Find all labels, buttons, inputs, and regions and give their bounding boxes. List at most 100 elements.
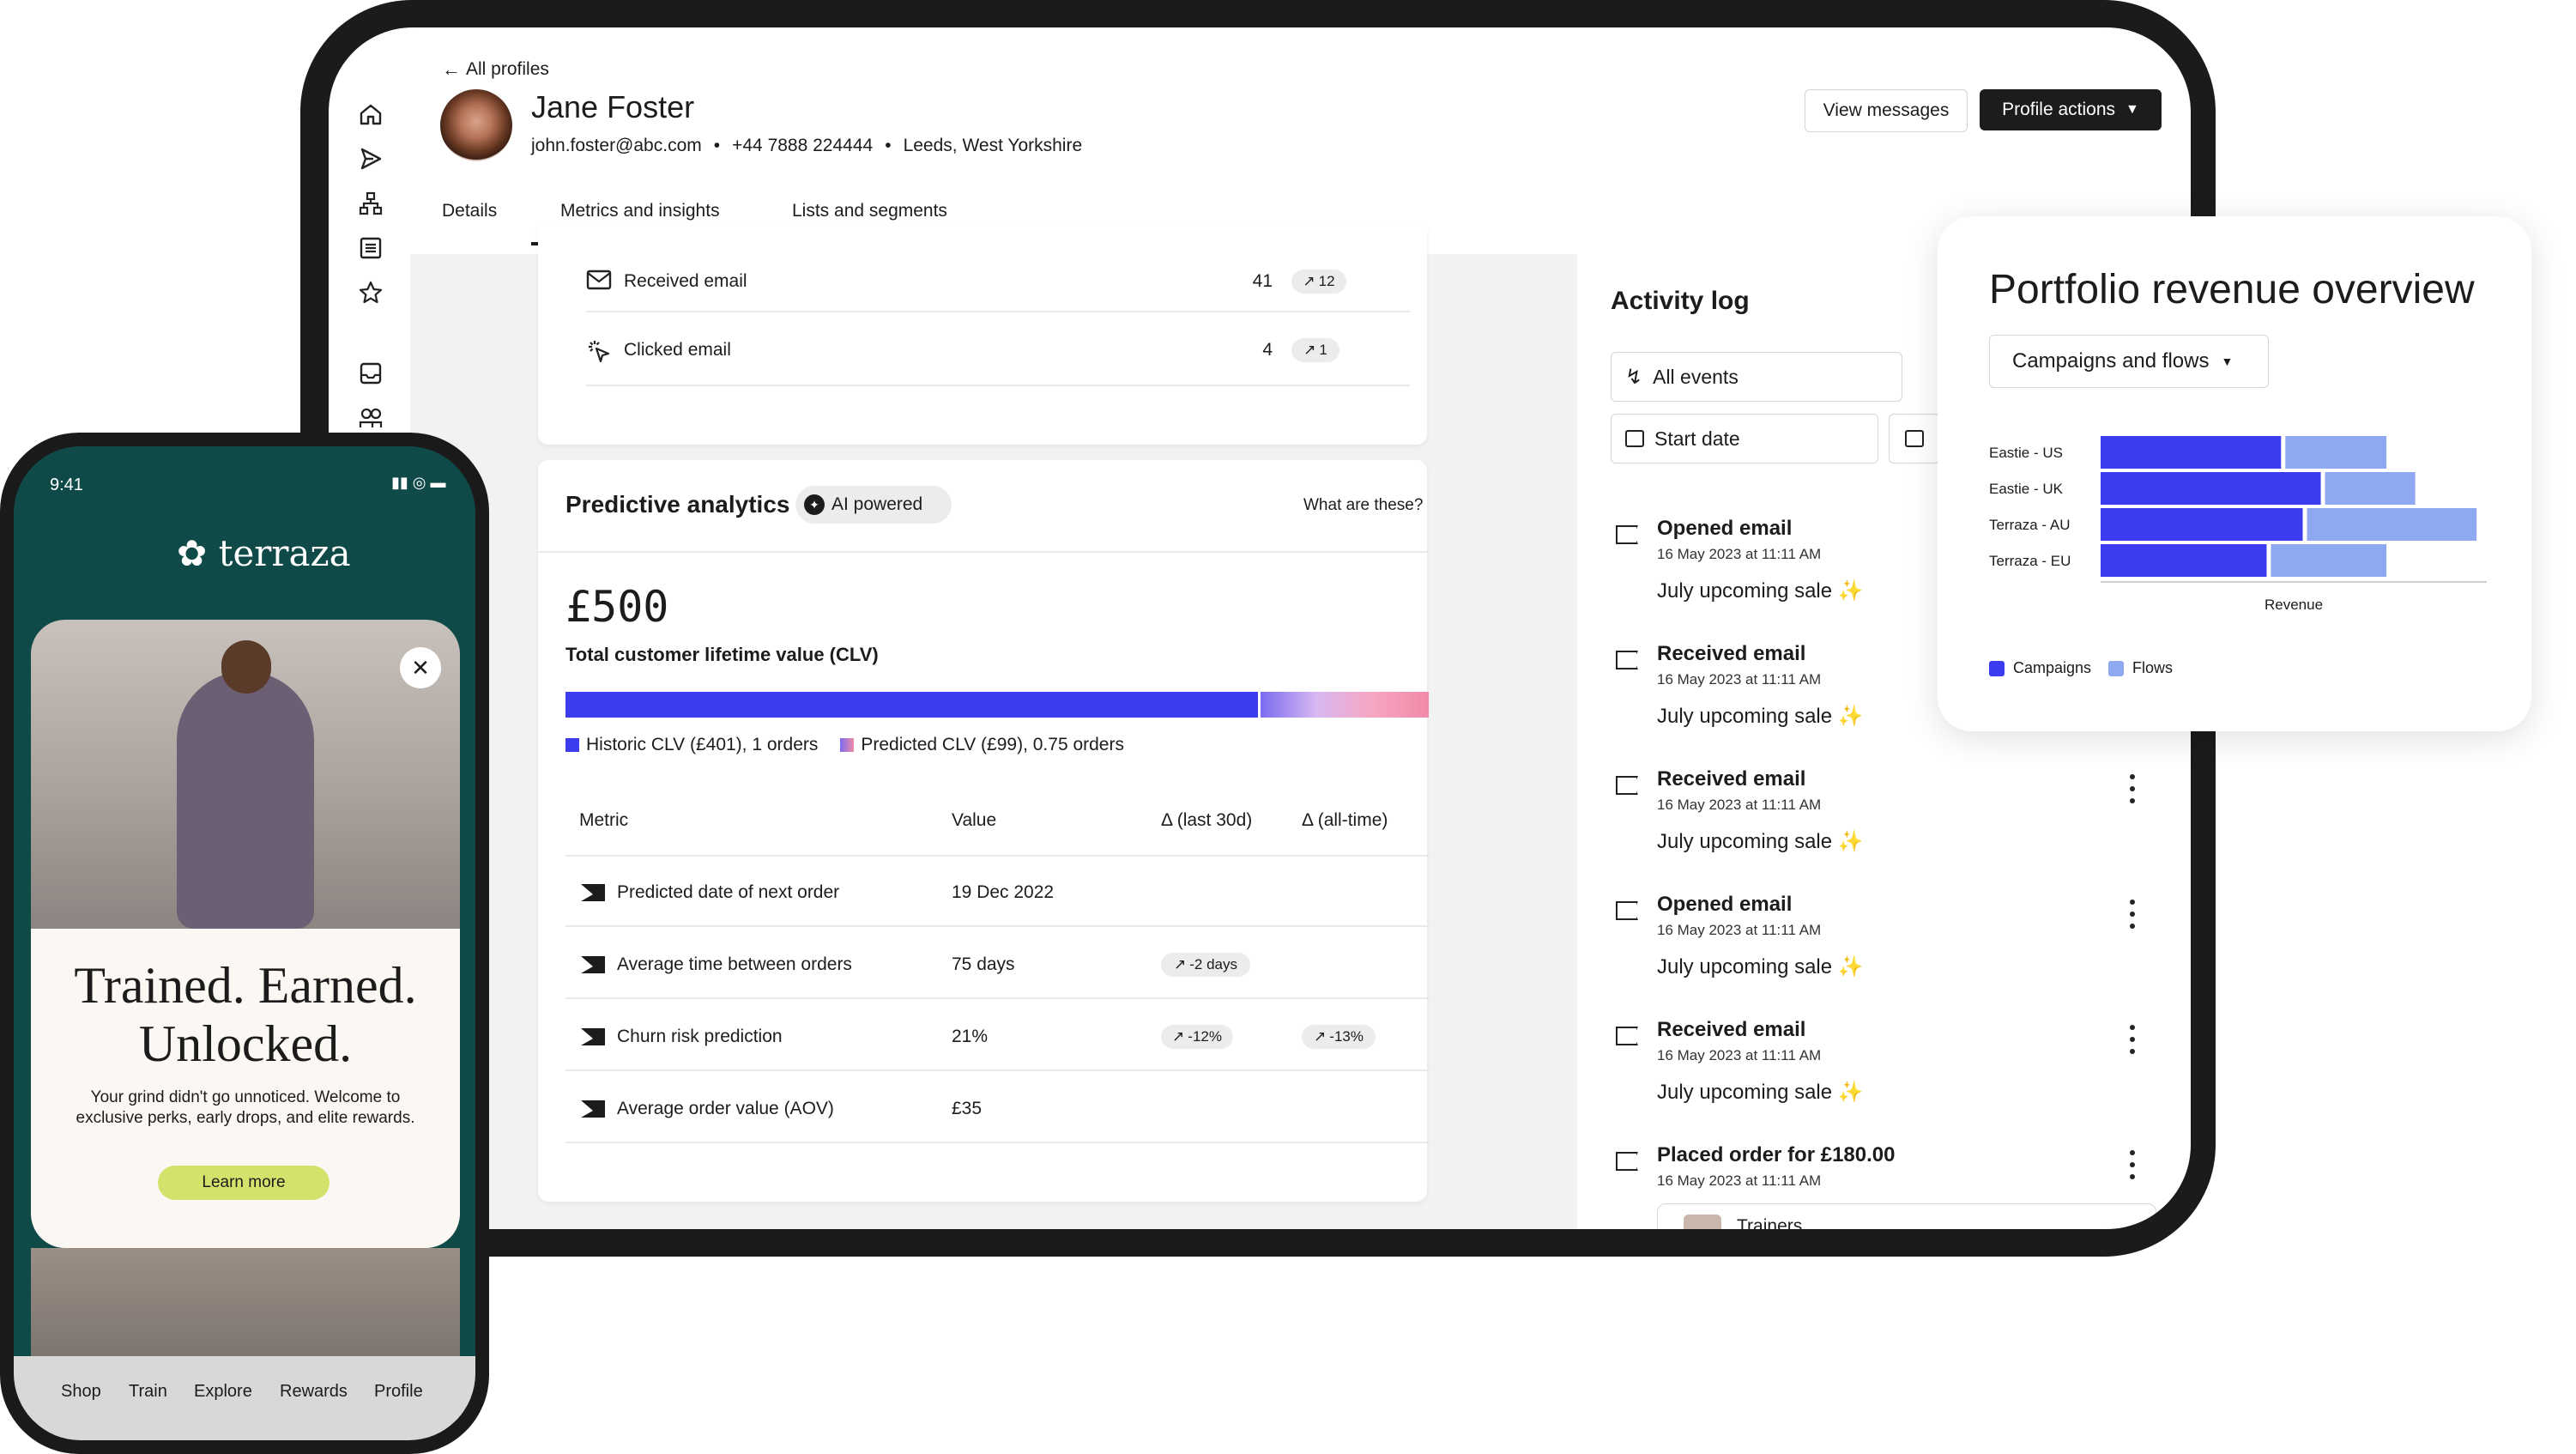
event-campaign[interactable]: July upcoming sale ✨ — [1657, 829, 1864, 854]
bar-flows — [2307, 508, 2477, 541]
legend-swatch — [2108, 660, 2125, 676]
legend-historic: Historic CLV (£401), 1 orders — [586, 735, 819, 754]
more-options-icon[interactable] — [2129, 1025, 2136, 1054]
table-cell: Churn risk prediction — [617, 1027, 783, 1046]
events-filter[interactable]: ↯ All events — [1611, 352, 1902, 402]
metric-label: Received email — [624, 271, 747, 291]
avatar — [440, 89, 512, 161]
leaf-icon: ✿ — [177, 532, 208, 574]
bar-flows — [2325, 472, 2416, 505]
separator-dot: • — [713, 136, 721, 155]
tab-metrics[interactable]: Metrics and insights — [560, 201, 720, 221]
calendar-icon — [1905, 430, 1924, 447]
trend-up-icon: ↗ — [1303, 342, 1316, 358]
brand-logo: ✿ terraza — [177, 532, 351, 574]
clv-value: £500 — [565, 582, 669, 632]
send-icon[interactable] — [358, 146, 384, 172]
tab-details[interactable]: Details — [442, 201, 497, 221]
bar-campaigns — [2101, 508, 2303, 541]
column-header: Metric — [579, 810, 629, 830]
trend-up-icon: ↗ — [1172, 1028, 1185, 1045]
close-icon[interactable]: ✕ — [400, 647, 441, 688]
back-link[interactable]: ← All profiles — [442, 58, 549, 81]
sparkle-icon: ✨ — [1837, 1081, 1864, 1104]
end-date-field[interactable] — [1889, 414, 1940, 463]
nav-item-explore[interactable]: Explore — [194, 1382, 252, 1402]
nav-item-rewards[interactable]: Rewards — [280, 1382, 348, 1402]
star-icon[interactable] — [358, 280, 384, 306]
event-title: Received email — [1657, 767, 1806, 791]
event-campaign[interactable]: July upcoming sale ✨ — [1657, 579, 1864, 603]
legend-swatch — [840, 738, 855, 752]
clv-label: Total customer lifetime value (CLV) — [565, 644, 879, 665]
table-cell: 75 days — [952, 954, 1015, 974]
clv-bar — [565, 692, 1429, 718]
bar-campaigns — [2101, 472, 2321, 505]
trend-up-icon: ↗ — [1174, 956, 1187, 972]
home-icon[interactable] — [358, 101, 384, 127]
start-date-label: Start date — [1654, 427, 1740, 450]
row-divider — [565, 1069, 1429, 1071]
table-cell: Average time between orders — [617, 954, 852, 974]
separator-dot: • — [885, 136, 892, 155]
profile-location: Leeds, West Yorkshire — [903, 136, 1083, 155]
lightning-icon: ↯ — [1625, 365, 1643, 389]
phone-screen: 9:41 ▮▮ ◎ ▬ ✿ terraza ✕ Trained. Earned.… — [14, 446, 475, 1440]
legend-swatch — [565, 738, 579, 752]
inbox-icon[interactable] — [358, 360, 384, 386]
learn-more-button[interactable]: Learn more — [158, 1166, 330, 1200]
arrow-left-icon: ← — [442, 58, 461, 80]
chevron-down-icon: ▼ — [2126, 102, 2139, 117]
list-icon[interactable] — [358, 235, 384, 261]
ai-badge: ✦ AI powered — [795, 486, 952, 524]
trend-up-icon: ↗ — [1314, 1028, 1327, 1045]
product-thumbnail — [1684, 1215, 1721, 1229]
more-options-icon[interactable] — [2129, 1150, 2136, 1179]
bar-flows — [2285, 436, 2387, 469]
tab-lists[interactable]: Lists and segments — [792, 201, 947, 221]
nav-item-train[interactable]: Train — [129, 1382, 167, 1402]
event-title: Opened email — [1657, 893, 1793, 916]
event-title: Placed order for £180.00 — [1657, 1143, 1896, 1166]
column-header: Value — [952, 810, 997, 830]
event-campaign[interactable]: July upcoming sale ✨ — [1657, 1080, 1864, 1105]
table-cell: £35 — [952, 1099, 983, 1118]
row-divider — [565, 855, 1429, 857]
event-date: 16 May 2023 at 11:11 AM — [1657, 671, 1822, 688]
more-options-icon[interactable] — [2129, 774, 2136, 803]
bar-campaigns — [2101, 544, 2267, 577]
email-metrics-card — [538, 227, 1427, 445]
event-date: 16 May 2023 at 11:11 AM — [1657, 1172, 1822, 1189]
popup-headline: Trained. Earned. — [74, 957, 417, 1014]
card-divider — [538, 551, 1427, 553]
change-chip: ↗ -12% — [1161, 1025, 1233, 1049]
change-chip: ↗ 1 — [1291, 338, 1339, 362]
table-cell: 19 Dec 2022 — [952, 882, 1055, 902]
help-link[interactable]: What are these? — [1303, 496, 1423, 515]
calendar-icon — [1625, 430, 1644, 447]
event-campaign[interactable]: July upcoming sale ✨ — [1657, 704, 1864, 729]
order-item-card[interactable]: Trainers — [1657, 1203, 2156, 1229]
more-options-icon[interactable] — [2129, 900, 2136, 929]
profile-contact: john.foster@abc.com • +44 7888 224444 • … — [531, 136, 1082, 156]
revenue-chart: Eastie - US Eastie - UK Terraza - AU Terraz… — [1989, 436, 2487, 613]
start-date-field[interactable]: Start date — [1611, 414, 1878, 463]
change-chip: ↗ 12 — [1291, 270, 1346, 294]
popup-text: exclusive perks, early drops, and elite … — [76, 1109, 415, 1127]
flows-icon[interactable] — [358, 191, 384, 216]
audience-icon[interactable] — [358, 405, 384, 431]
event-date: 16 May 2023 at 11:11 AM — [1657, 797, 1822, 813]
popup-text: Your grind didn't go unnoticed. Welcome … — [90, 1088, 401, 1106]
nav-item-shop[interactable]: Shop — [61, 1382, 101, 1402]
nav-item-profile[interactable]: Profile — [374, 1382, 423, 1402]
event-campaign[interactable]: July upcoming sale ✨ — [1657, 954, 1864, 979]
hero-image — [31, 620, 460, 929]
activity-log-title: Activity log — [1611, 287, 1750, 315]
profile-actions-button[interactable]: Profile actions ▼ — [1980, 89, 2162, 130]
predictive-analytics-card — [538, 460, 1427, 1202]
tablet-screen: ← All profiles Jane Foster john.foster@a… — [329, 27, 2191, 1229]
events-filter-label: All events — [1653, 365, 1738, 388]
card-title: Predictive analytics — [565, 491, 790, 518]
view-messages-button[interactable]: View messages — [1805, 89, 1968, 132]
event-title: Received email — [1657, 642, 1806, 665]
